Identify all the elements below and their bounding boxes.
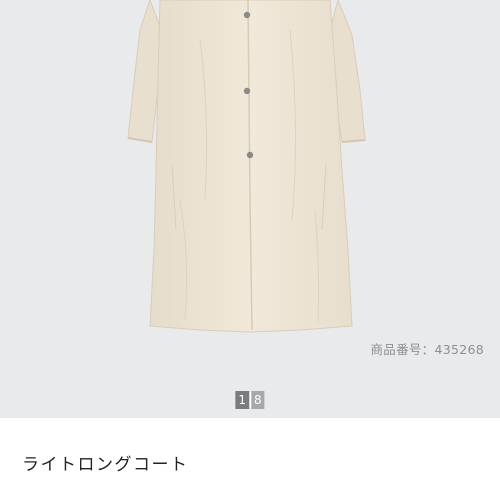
product-page: 商品番号：435268 1 8 ライトロングコート	[0, 0, 500, 500]
product-code: 商品番号：435268	[370, 342, 484, 357]
product-image-gallery[interactable]: 商品番号：435268 1 8	[0, 0, 500, 418]
product-image[interactable]	[0, 0, 500, 340]
product-title: ライトロングコート	[22, 455, 189, 475]
image-pager[interactable]: 1 8	[235, 391, 265, 409]
pager-current: 1	[235, 391, 249, 409]
pager-total: 8	[251, 391, 265, 409]
